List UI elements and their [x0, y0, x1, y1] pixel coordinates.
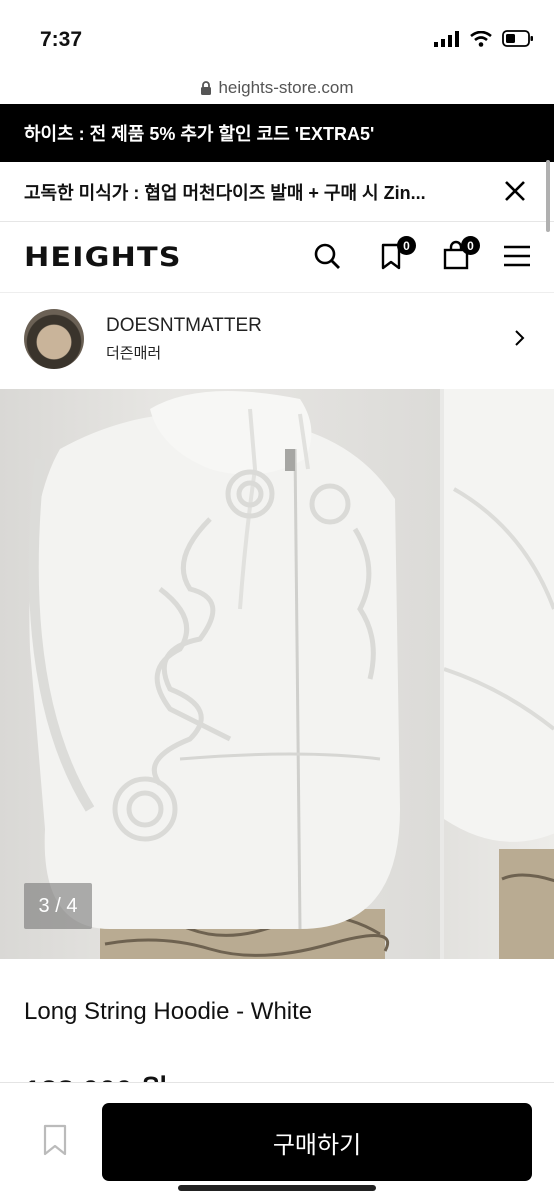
status-bar: 7:37: [0, 0, 554, 72]
bookmark-icon[interactable]: [42, 1123, 68, 1157]
image-counter-text: 3 / 4: [38, 894, 78, 917]
next-product-photo[interactable]: [444, 389, 554, 959]
search-icon: [314, 243, 340, 269]
seller-row[interactable]: DOESNTMATTER 더즌매러: [0, 292, 554, 390]
cart-button[interactable]: 0: [440, 236, 480, 272]
search-button[interactable]: [312, 240, 344, 272]
hoodie-illustration: [28, 391, 400, 959]
promo-banner[interactable]: 하이츠 : 전 제품 5% 추가 할인 코드 'EXTRA5': [0, 104, 554, 162]
hamburger-menu-icon: [504, 245, 530, 267]
wishlist-count-badge: 0: [397, 236, 416, 255]
bottom-action-bar: 구매하기: [0, 1082, 554, 1201]
wifi-icon: [470, 30, 492, 47]
close-icon[interactable]: [504, 180, 526, 202]
product-photo[interactable]: [0, 389, 440, 959]
wishlist-button[interactable]: 0: [376, 236, 416, 272]
hoodie-sleeve-illustration: [444, 389, 554, 959]
battery-icon: [502, 30, 533, 47]
chevron-right-icon: [515, 330, 525, 346]
cart-count-badge: 0: [461, 236, 480, 255]
address-bar[interactable]: heights-store.com: [0, 72, 554, 104]
brand-logo[interactable]: HEIGHTS: [24, 242, 182, 273]
product-image-gallery[interactable]: 3 / 4: [0, 389, 554, 959]
signal-icon: [434, 30, 459, 47]
notice-bar[interactable]: 고독한 미식가 : 협업 머천다이즈 발매 + 구매 시 Zin...: [0, 162, 554, 222]
seller-name: DOESNTMATTER: [106, 315, 262, 336]
promo-text: 하이츠 : 전 제품 5% 추가 할인 코드 'EXTRA5': [24, 124, 375, 144]
product-title: Long String Hoodie - White: [24, 998, 313, 1025]
buy-button[interactable]: 구매하기: [102, 1103, 532, 1181]
product-price: 128,000 원: [24, 1066, 168, 1082]
status-time: 7:37: [40, 28, 83, 51]
image-counter: 3 / 4: [24, 883, 92, 929]
menu-button[interactable]: [502, 240, 534, 272]
site-header: HEIGHTS 0 0: [0, 222, 554, 292]
notice-text: 고독한 미식가 : 협업 머천다이즈 발매 + 구매 시 Zin...: [24, 182, 426, 203]
url-text: heights-store.com: [218, 78, 354, 97]
home-indicator: [178, 1185, 376, 1191]
seller-name-korean: 더즌매러: [106, 345, 162, 362]
status-icons: [434, 30, 534, 47]
lock-icon: [201, 80, 212, 95]
seller-avatar: [24, 309, 84, 369]
